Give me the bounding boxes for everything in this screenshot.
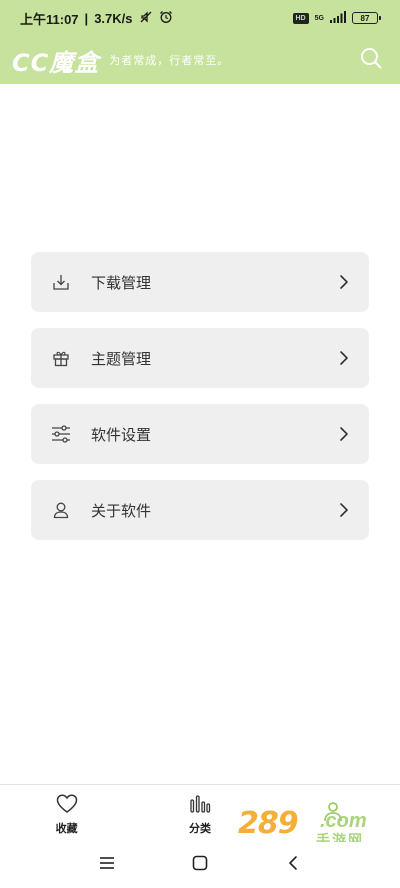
tab-label: 收藏	[55, 822, 78, 835]
status-bar: 上午11:07 | 3.7K/s HD 5G 87	[0, 0, 400, 36]
heart-icon	[55, 792, 79, 816]
back-chevron-icon	[287, 855, 299, 876]
sliders-icon	[51, 424, 71, 444]
mute-icon	[139, 10, 153, 27]
search-icon	[360, 47, 382, 74]
app-header: CC魔盒 为者常成，行者常至。	[0, 36, 400, 84]
system-nav-bar	[0, 842, 400, 888]
chevron-right-icon	[337, 426, 351, 442]
search-button[interactable]	[358, 47, 384, 73]
status-right: HD 5G 87	[292, 10, 381, 26]
menu-item-label: 主题管理	[91, 350, 152, 368]
battery-icon: 87	[352, 12, 381, 24]
app-title: CC魔盒	[12, 48, 100, 77]
tab-categories[interactable]: 分类	[133, 785, 266, 842]
menu-nav-button[interactable]	[87, 845, 127, 885]
home-square-icon	[192, 855, 208, 876]
chevron-right-icon	[337, 350, 351, 366]
menu-item-download[interactable]: 下载管理	[31, 252, 369, 312]
user-icon	[51, 500, 71, 520]
chevron-right-icon	[337, 274, 351, 290]
menu-item-about[interactable]: 关于软件	[31, 480, 369, 540]
tab-profile[interactable]	[267, 785, 400, 842]
gift-icon	[51, 348, 71, 368]
status-left: 上午11:07 | 3.7K/s	[20, 9, 173, 28]
battery-level: 87	[360, 13, 370, 23]
menu-item-settings[interactable]: 软件设置	[31, 404, 369, 464]
menu-item-theme[interactable]: 主题管理	[31, 328, 369, 388]
menu-list: 下载管理 主题管理 软件设置 关于软件	[31, 252, 369, 556]
status-speed: 3.7K/s	[94, 10, 133, 26]
app-slogan: 为者常成，行者常至。	[109, 55, 230, 67]
alarm-icon	[159, 10, 173, 27]
chevron-right-icon	[337, 502, 351, 518]
hamburger-icon	[99, 856, 115, 875]
person-icon	[321, 800, 345, 824]
status-divider: |	[84, 10, 89, 26]
back-nav-button[interactable]	[273, 845, 313, 885]
download-icon	[51, 272, 71, 292]
tab-favorites[interactable]: 收藏	[0, 785, 133, 842]
menu-item-label: 关于软件	[91, 502, 152, 520]
hd-badge: HD	[292, 12, 309, 24]
status-time: 上午11:07	[20, 11, 79, 27]
network-type: 5G	[314, 14, 324, 22]
bar-chart-icon	[188, 792, 212, 816]
menu-item-label: 软件设置	[91, 426, 152, 444]
home-nav-button[interactable]	[180, 845, 220, 885]
signal-icon	[330, 10, 346, 26]
tab-label: 分类	[188, 822, 211, 835]
menu-item-label: 下载管理	[91, 274, 152, 292]
bottom-tab-bar: 收藏 分类	[0, 784, 400, 842]
